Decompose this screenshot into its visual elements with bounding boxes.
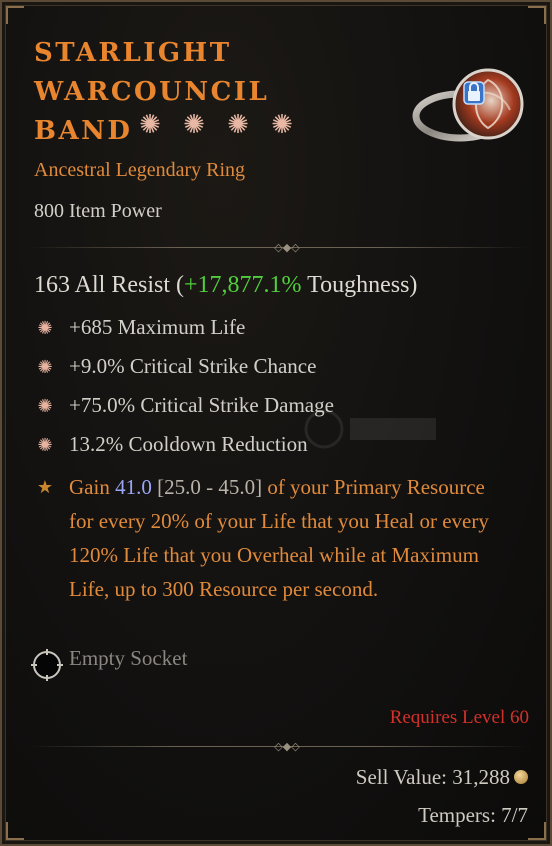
divider-ornament-icon: ◇◆◇	[274, 740, 300, 753]
implicit-resist: 163 All Resist (+17,877.1% Toughness)	[34, 272, 418, 298]
greater-affix-star-icon: ✺	[183, 110, 205, 140]
ring-icon	[412, 68, 524, 142]
frame-corner	[528, 6, 546, 24]
greater-affix-star-icon: ✺	[271, 110, 293, 140]
greater-affix-stars: ✺ ✺ ✺ ✺	[137, 112, 295, 138]
item-tooltip: STARLIGHT WARCOUNCIL BAND ✺ ✺ ✺ ✺ Ancest…	[0, 0, 552, 846]
lock-icon	[463, 81, 485, 105]
legendary-range: [25.0 - 45.0]	[151, 475, 263, 499]
toughness-value: +17,877.1%	[184, 272, 302, 298]
item-name-line: WARCOUNCIL	[34, 77, 270, 107]
frame-corner	[528, 822, 546, 840]
tempers-count: Tempers: 7/7	[418, 803, 528, 827]
item-type: Ancestral Legendary Ring	[34, 159, 246, 181]
frame-corner	[6, 6, 24, 24]
legendary-power: ★ Gain 41.0 [25.0 - 45.0] of your Primar…	[34, 470, 514, 606]
level-requirement: Requires Level 60	[389, 707, 529, 728]
item-name-line: STARLIGHT	[34, 38, 232, 68]
greater-affix-star-icon: ✺	[227, 110, 249, 140]
greater-affix-icon: ✺	[37, 396, 53, 416]
empty-socket-icon	[31, 649, 63, 681]
frame-corner	[6, 822, 24, 840]
divider: ◇◆◇	[28, 741, 528, 753]
socket-label: Empty Socket	[69, 646, 188, 670]
greater-affix-icon: ✺	[37, 318, 53, 338]
greater-affix-icon: ✺	[37, 357, 53, 377]
sell-value: Sell Value: 31,288	[355, 765, 510, 789]
item-power: 800 Item Power	[34, 200, 162, 222]
gold-coin-icon	[514, 770, 528, 784]
divider-ornament-icon: ◇◆◇	[274, 241, 300, 254]
divider: ◇◆◇	[28, 242, 528, 254]
watermark-logo	[304, 409, 436, 449]
greater-affix-star-icon: ✺	[139, 110, 161, 140]
greater-affix-icon: ✺	[37, 435, 53, 455]
legendary-star-icon: ★	[36, 477, 54, 497]
legendary-value: 41.0	[115, 475, 152, 499]
